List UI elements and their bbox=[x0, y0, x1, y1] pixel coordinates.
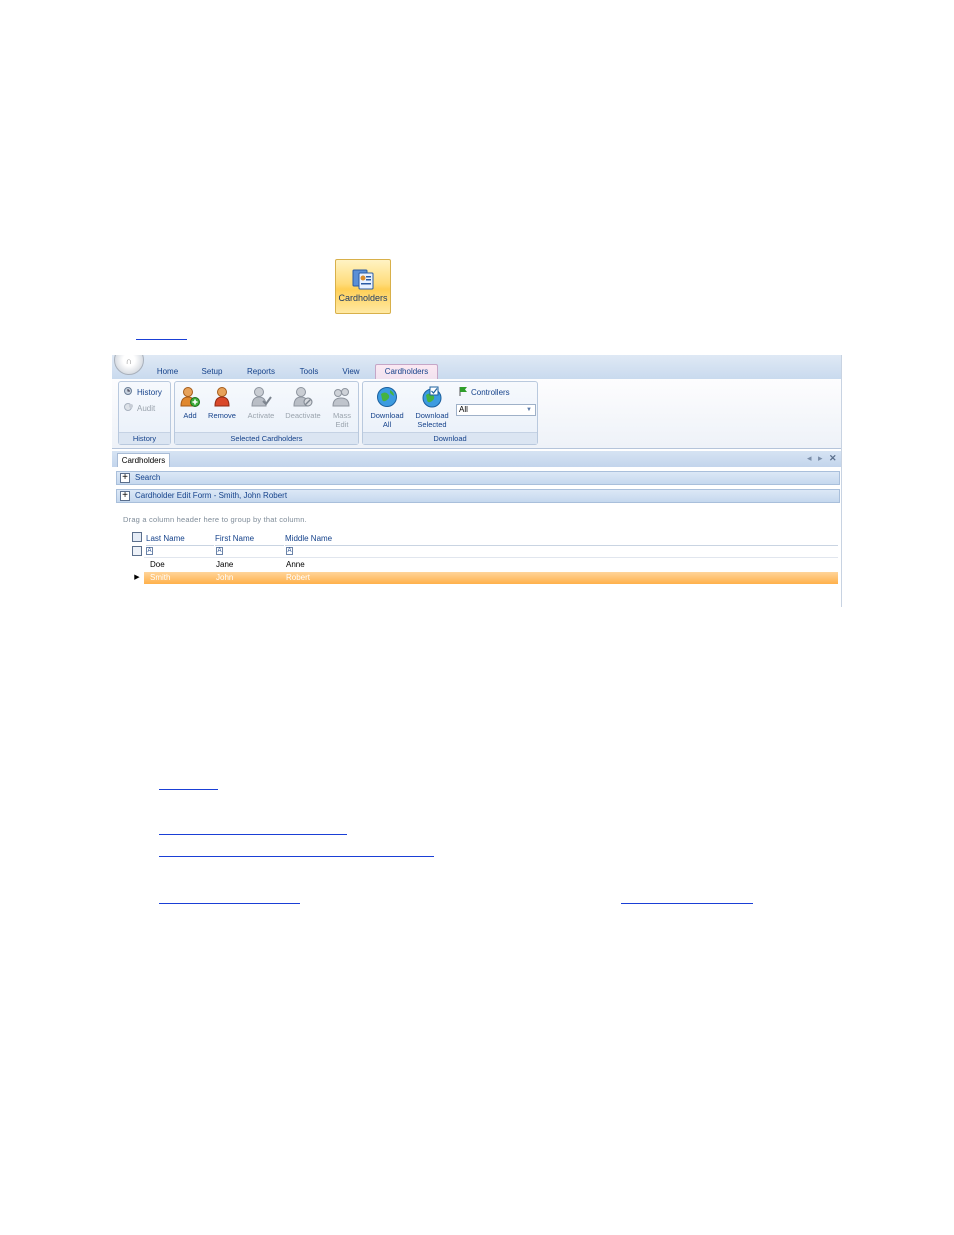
current-row-indicator-icon: ▶ bbox=[134, 574, 140, 581]
deactivate-person-icon bbox=[293, 387, 313, 407]
tab-reports[interactable]: Reports bbox=[241, 365, 281, 379]
ribbon-group-history: History Audit History bbox=[118, 381, 171, 445]
column-chooser-icon[interactable] bbox=[132, 532, 142, 542]
edit-form-expander[interactable]: + Cardholder Edit Form - Smith, John Rob… bbox=[116, 489, 840, 503]
filter-icon[interactable]: A bbox=[146, 547, 153, 555]
column-header-first-name[interactable]: First Name bbox=[215, 533, 284, 546]
expand-icon[interactable]: + bbox=[120, 473, 130, 483]
group-by-hint: Drag a column header here to group by th… bbox=[123, 515, 307, 524]
deactivate-button[interactable]: Deactivate bbox=[283, 386, 323, 420]
table-row[interactable]: Doe Jane Anne bbox=[144, 559, 838, 571]
cardholders-grid: Drag a column header here to group by th… bbox=[116, 507, 840, 607]
filter-icon[interactable]: A bbox=[286, 547, 293, 555]
activate-button[interactable]: Activate bbox=[245, 386, 277, 420]
tab-setup[interactable]: Setup bbox=[196, 365, 228, 379]
ribbon-tab-bar: ∩ Home Setup Reports Tools View Cardhold… bbox=[112, 355, 841, 379]
link-underline[interactable] bbox=[159, 856, 434, 857]
cardholders-button-label: Cardholders bbox=[338, 293, 388, 303]
ribbon-panel: History Audit History Add Remove Activat… bbox=[112, 379, 841, 449]
history-button[interactable]: History bbox=[124, 386, 162, 398]
history-icon bbox=[124, 387, 132, 395]
search-expander[interactable]: + Search bbox=[116, 471, 840, 485]
filter-row-icon[interactable] bbox=[132, 546, 142, 556]
controllers-label: Controllers bbox=[458, 386, 510, 398]
ribbon-group-title: History bbox=[119, 432, 170, 444]
globe-check-icon bbox=[422, 386, 442, 408]
audit-button[interactable]: Audit bbox=[124, 402, 155, 414]
mass-edit-icon bbox=[332, 388, 350, 407]
download-all-button[interactable]: Download All bbox=[367, 386, 407, 429]
tab-cardholders-document[interactable]: Cardholders bbox=[117, 453, 170, 467]
tab-tools[interactable]: Tools bbox=[294, 365, 324, 379]
link-underline[interactable] bbox=[159, 903, 300, 904]
ribbon-group-selected-cardholders: Add Remove Activate Deactivate Mass Edit… bbox=[174, 381, 359, 445]
scroll-right-icon[interactable]: ▸ bbox=[818, 453, 823, 464]
globe-icon bbox=[377, 387, 397, 407]
scroll-left-icon[interactable]: ◂ bbox=[807, 453, 812, 464]
chevron-down-icon: ▼ bbox=[526, 407, 532, 413]
activate-person-icon bbox=[251, 387, 272, 407]
add-button[interactable]: Add bbox=[179, 386, 201, 420]
cardholders-button[interactable]: Cardholders bbox=[335, 259, 391, 314]
remove-button[interactable]: Remove bbox=[206, 386, 238, 420]
ribbon-group-download: Download All Download Selected Controlle… bbox=[362, 381, 538, 445]
tab-view[interactable]: View bbox=[337, 365, 365, 379]
add-person-icon bbox=[180, 387, 200, 407]
application-window: ∩ Home Setup Reports Tools View Cardhold… bbox=[112, 355, 842, 607]
filter-row[interactable]: A A A bbox=[144, 546, 838, 558]
flag-icon bbox=[459, 387, 467, 396]
document-tab-strip: Cardholders ◂ ▸ ✕ bbox=[112, 451, 841, 467]
close-icon[interactable]: ✕ bbox=[829, 453, 837, 464]
link-underline[interactable] bbox=[621, 903, 753, 904]
link-underline[interactable] bbox=[159, 834, 347, 835]
controllers-dropdown[interactable]: All ▼ bbox=[456, 404, 536, 416]
mass-edit-button[interactable]: Mass Edit bbox=[329, 386, 355, 429]
column-header-middle-name[interactable]: Middle Name bbox=[285, 533, 838, 546]
remove-person-icon bbox=[214, 387, 230, 407]
application-orb-button[interactable]: ∩ bbox=[114, 355, 144, 375]
link-underline[interactable] bbox=[159, 789, 218, 790]
tab-home[interactable]: Home bbox=[150, 365, 185, 379]
filter-icon[interactable]: A bbox=[216, 547, 223, 555]
download-selected-button[interactable]: Download Selected bbox=[411, 386, 453, 429]
tab-cardholders[interactable]: Cardholders bbox=[375, 364, 438, 379]
ribbon-group-title: Selected Cardholders bbox=[175, 432, 358, 444]
table-row-selected[interactable]: Smith John Robert bbox=[144, 572, 838, 584]
audit-icon bbox=[124, 403, 133, 411]
expand-icon[interactable]: + bbox=[120, 491, 130, 501]
ribbon-group-title: Download bbox=[363, 432, 537, 444]
cardholders-icon bbox=[352, 269, 374, 290]
link-underline[interactable] bbox=[136, 339, 187, 340]
column-header-last-name[interactable]: Last Name bbox=[146, 533, 214, 546]
